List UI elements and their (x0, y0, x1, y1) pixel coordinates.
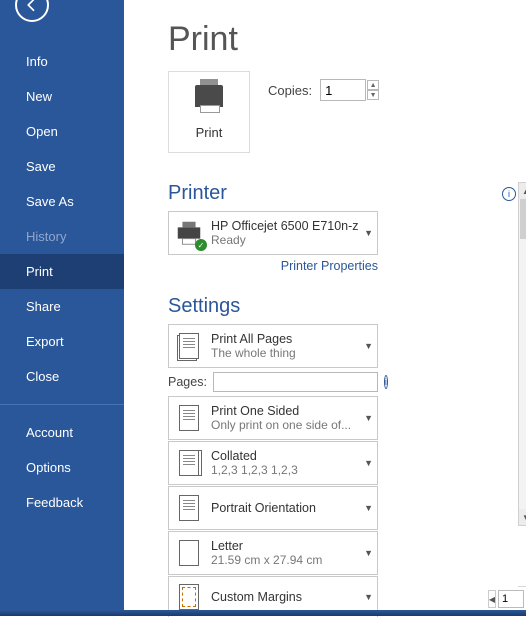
settings-heading-text: Settings (168, 295, 240, 318)
preview-prev-page[interactable]: ◀ (488, 590, 496, 608)
backstage-sidebar: Info New Open Save Save As History Print… (0, 0, 124, 610)
chevron-down-icon: ▼ (364, 458, 373, 468)
settings-column: Printer i ✓ HP Officejet 6500 E710n-z Re… (168, 178, 518, 618)
pages-info-icon[interactable]: i (384, 375, 388, 389)
print-button-label: Print (196, 125, 223, 140)
collate-line1: Collated (211, 449, 360, 463)
scroll-thumb[interactable] (520, 199, 526, 239)
sidebar-item-share[interactable]: Share (0, 289, 124, 324)
printer-heading-text: Printer (168, 182, 227, 205)
printer-name: HP Officejet 6500 E710n-z (211, 219, 360, 233)
portrait-icon (173, 492, 205, 524)
collate-line2: 1,2,3 1,2,3 1,2,3 (211, 463, 360, 477)
sidebar-item-save-as[interactable]: Save As (0, 184, 124, 219)
sidebar-item-print[interactable]: Print (0, 254, 124, 289)
collate-dropdown[interactable]: Collated 1,2,3 1,2,3 1,2,3 ▼ (168, 441, 378, 485)
margins-icon (173, 581, 205, 613)
sidebar-item-history: History (0, 219, 124, 254)
print-backstage-main: Print Print Copies: ▲ ▼ Printer i ✓ (124, 0, 526, 616)
copies-spinner: ▲ ▼ (367, 80, 379, 100)
sidebar-item-close[interactable]: Close (0, 359, 124, 394)
settings-scrollbar[interactable]: ▲ ▼ (518, 182, 526, 526)
preview-page-input[interactable] (498, 590, 524, 608)
collated-icon (173, 447, 205, 479)
scroll-down-button[interactable]: ▼ (519, 509, 526, 525)
arrow-left-icon (23, 0, 41, 14)
print-range-line1: Print All Pages (211, 332, 360, 346)
chevron-down-icon: ▼ (364, 228, 373, 238)
preview-footer: ◀ (518, 586, 526, 611)
sidebar-separator (0, 404, 124, 405)
sidebar-item-feedback[interactable]: Feedback (0, 485, 124, 520)
printer-heading: Printer i (168, 182, 518, 205)
sidebar-item-new[interactable]: New (0, 79, 124, 114)
letter-icon (173, 537, 205, 569)
copies-label: Copies: (268, 83, 312, 98)
copies-input[interactable] (320, 79, 366, 101)
paper-size-line1: Letter (211, 539, 360, 553)
settings-heading: Settings (168, 295, 518, 318)
margins-line1: Custom Margins (211, 590, 360, 604)
pages-row: Pages: i (168, 372, 378, 392)
taskbar-edge (0, 610, 526, 616)
sidebar-item-export[interactable]: Export (0, 324, 124, 359)
chevron-down-icon: ▼ (364, 548, 373, 558)
copies-spin-down[interactable]: ▼ (367, 90, 379, 100)
one-sided-icon (173, 402, 205, 434)
printer-status-text: Ready (211, 233, 360, 247)
pages-icon (173, 330, 205, 362)
chevron-down-icon: ▼ (364, 413, 373, 423)
settings-scroll-area: Printer i ✓ HP Officejet 6500 E710n-z Re… (168, 178, 526, 616)
sided-dropdown[interactable]: Print One Sided Only print on one side o… (168, 396, 378, 440)
pages-input[interactable] (213, 372, 378, 392)
copies-spin-up[interactable]: ▲ (367, 80, 379, 90)
sidebar-item-info[interactable]: Info (0, 44, 124, 79)
print-range-line2: The whole thing (211, 346, 360, 360)
sidebar-item-save[interactable]: Save (0, 149, 124, 184)
printer-info-icon[interactable]: i (502, 187, 516, 201)
copies-control: Copies: ▲ ▼ (268, 79, 379, 101)
scroll-up-button[interactable]: ▲ (519, 183, 526, 199)
printer-dropdown[interactable]: ✓ HP Officejet 6500 E710n-z Ready ▼ (168, 211, 378, 255)
printer-icon (195, 85, 223, 107)
sided-line2: Only print on one side of... (211, 418, 360, 432)
print-top-row: Print Copies: ▲ ▼ (168, 71, 526, 153)
printer-properties-link[interactable]: Printer Properties (168, 259, 378, 273)
check-icon: ✓ (195, 239, 207, 251)
print-range-dropdown[interactable]: Print All Pages The whole thing ▼ (168, 324, 378, 368)
chevron-down-icon: ▼ (364, 503, 373, 513)
sidebar-item-options[interactable]: Options (0, 450, 124, 485)
pages-label: Pages: (168, 375, 207, 389)
paper-size-line2: 21.59 cm x 27.94 cm (211, 553, 360, 567)
orientation-dropdown[interactable]: Portrait Orientation ▼ (168, 486, 378, 530)
chevron-down-icon: ▼ (364, 592, 373, 602)
print-button[interactable]: Print (168, 71, 250, 153)
sidebar-item-account[interactable]: Account (0, 415, 124, 450)
back-button[interactable] (15, 0, 49, 22)
sidebar-items: Info New Open Save Save As History Print… (0, 44, 124, 520)
printer-status-icon: ✓ (173, 217, 205, 249)
paper-size-dropdown[interactable]: Letter 21.59 cm x 27.94 cm ▼ (168, 531, 378, 575)
page-title: Print (168, 20, 526, 59)
sidebar-item-open[interactable]: Open (0, 114, 124, 149)
orientation-line1: Portrait Orientation (211, 501, 360, 515)
chevron-down-icon: ▼ (364, 341, 373, 351)
sided-line1: Print One Sided (211, 404, 360, 418)
